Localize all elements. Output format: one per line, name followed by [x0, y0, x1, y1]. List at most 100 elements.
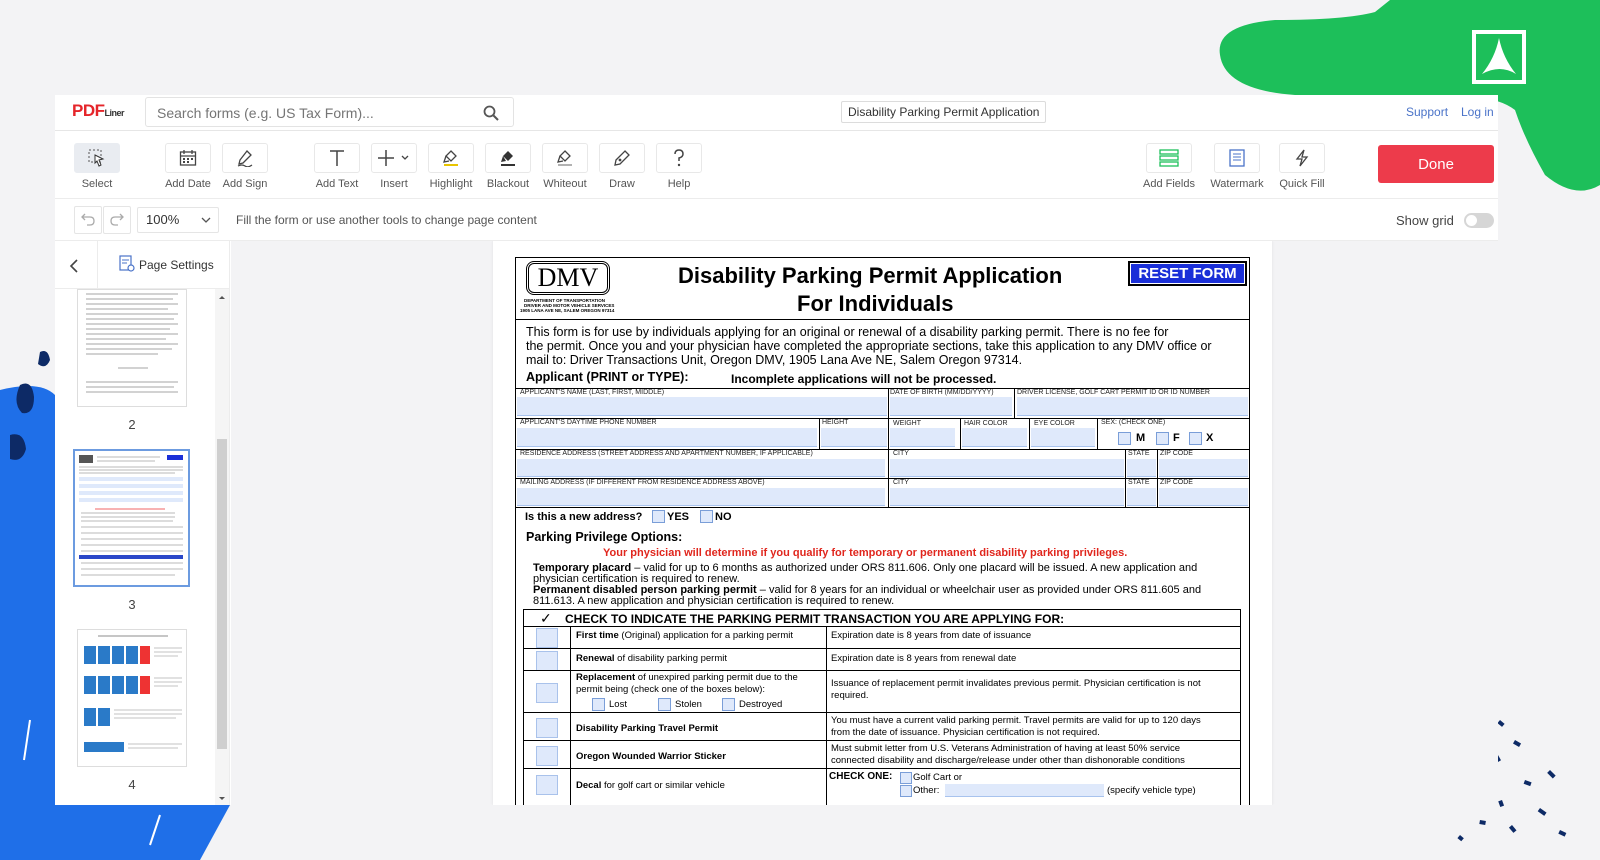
replacement-checkbox[interactable]	[536, 683, 558, 703]
undo-button[interactable]	[74, 206, 102, 234]
travel-permit-option: Disability Parking Travel Permit	[576, 723, 718, 734]
redo-button[interactable]	[103, 206, 131, 234]
decal-option: Decal for golf cart or similar vehicle	[576, 780, 725, 791]
rule	[524, 712, 1240, 713]
sidebar-scrollbar[interactable]	[215, 289, 229, 805]
other-vehicle-checkbox[interactable]	[900, 785, 912, 797]
show-grid-toggle[interactable]	[1464, 213, 1494, 228]
top-bar: PDFLiner Disability Parking Permit Appli…	[55, 95, 1498, 131]
chevron-down-icon	[201, 217, 211, 223]
pdfliner-brand-icon	[1472, 30, 1526, 84]
zoom-value: 100%	[146, 212, 180, 227]
form-title: Disability Parking Permit Application	[678, 263, 1063, 288]
mailing-state-input[interactable]	[1127, 488, 1156, 506]
search-icon[interactable]	[483, 105, 499, 121]
residence-city-input[interactable]	[890, 459, 1124, 477]
sex-x-label: X	[1206, 432, 1214, 444]
add-fields-tool[interactable]: Add Fields	[1143, 143, 1195, 190]
page-number: 3	[128, 597, 136, 612]
travel-permit-checkbox[interactable]	[536, 718, 558, 738]
document-canvas: DMV DEPARTMENT OF TRANSPORTATION DRIVER …	[231, 241, 1498, 805]
hair-color-input[interactable]	[962, 428, 1027, 447]
login-link[interactable]: Log in	[1461, 105, 1494, 119]
watermark-document-icon	[1229, 149, 1245, 167]
page-settings-button[interactable]: Page Settings	[119, 255, 214, 273]
decal-checkbox[interactable]	[536, 775, 558, 795]
wounded-warrior-option: Oregon Wounded Warrior Sticker	[576, 751, 726, 762]
check-mark-icon: ✓	[540, 610, 552, 626]
rule	[524, 626, 1240, 627]
mailing-address-input[interactable]	[517, 488, 885, 506]
show-grid-label: Show grid	[1396, 213, 1454, 228]
destroyed-checkbox[interactable]	[722, 698, 735, 711]
whiteout-marker-icon	[557, 150, 572, 166]
add-date-tool[interactable]: Add Date	[164, 143, 212, 190]
date-of-birth-input[interactable]	[890, 397, 1012, 416]
sidebar-header: Page Settings	[55, 241, 230, 289]
field-caption: WEIGHT	[893, 420, 921, 427]
page-thumbnail-3[interactable]	[73, 449, 190, 587]
residence-state-input[interactable]	[1127, 459, 1156, 477]
pdfliner-logo[interactable]: PDFLiner	[72, 101, 125, 121]
scrollbar-thumb[interactable]	[217, 439, 227, 749]
incomplete-warning: Incomplete applications will not be proc…	[731, 372, 997, 386]
select-tool[interactable]: Select	[73, 143, 121, 190]
add-text-tool[interactable]: Add Text	[313, 143, 361, 190]
golf-cart-checkbox[interactable]	[900, 772, 912, 784]
other-vehicle-input[interactable]	[945, 784, 1104, 797]
pages-sidebar: Page Settings 2 3 4	[55, 241, 230, 805]
field-caption: DRIVER LICENSE, GOLF CART PERMIT ID OR I…	[1017, 389, 1210, 396]
editor-hint: Fill the form or use another tools to ch…	[236, 213, 537, 227]
lost-checkbox[interactable]	[592, 698, 605, 711]
mailing-zip-input[interactable]	[1159, 488, 1248, 506]
new-address-yes-checkbox[interactable]	[652, 510, 665, 523]
option-title: Decal	[576, 780, 602, 791]
permanent-permit-text-2: 811.613. A new application and physician…	[533, 595, 895, 607]
stolen-checkbox[interactable]	[658, 698, 671, 711]
sex-m-checkbox[interactable]	[1118, 432, 1131, 445]
other-label: Other:	[913, 785, 940, 796]
quick-fill-tool[interactable]: Quick Fill	[1278, 143, 1326, 190]
support-link[interactable]: Support	[1406, 105, 1448, 119]
phone-input[interactable]	[517, 428, 817, 447]
reset-form-button[interactable]: RESET FORM	[1128, 261, 1247, 286]
insert-tool[interactable]: Insert	[370, 143, 418, 190]
rule	[960, 418, 961, 449]
renewal-option: Renewal of disability parking permit	[576, 653, 727, 664]
weight-input[interactable]	[890, 428, 955, 447]
mailing-city-input[interactable]	[890, 488, 1124, 506]
help-tool[interactable]: Help	[655, 143, 703, 190]
dmv-logo: DMV	[526, 261, 610, 295]
toolbar: Select Add Date Add Sign Add Text Insert…	[55, 131, 1498, 199]
draw-tool[interactable]: Draw	[598, 143, 646, 190]
license-number-input[interactable]	[1017, 397, 1248, 416]
add-sign-tool[interactable]: Add Sign	[221, 143, 269, 190]
wounded-warrior-checkbox[interactable]	[536, 746, 558, 766]
applicant-name-input[interactable]	[517, 397, 887, 416]
logo-text: PDF	[72, 101, 105, 120]
sex-x-checkbox[interactable]	[1189, 432, 1202, 445]
done-button[interactable]: Done	[1378, 145, 1494, 183]
watermark-label: Watermark	[1210, 178, 1264, 190]
highlight-tool[interactable]: Highlight	[427, 143, 475, 190]
rule	[524, 740, 1240, 741]
page-thumbnail-4[interactable]	[77, 629, 187, 767]
sex-f-checkbox[interactable]	[1156, 432, 1169, 445]
residence-address-input[interactable]	[517, 459, 885, 477]
height-input[interactable]	[821, 428, 887, 447]
zoom-select[interactable]: 100%	[137, 207, 219, 233]
blackout-marker-icon	[501, 151, 515, 166]
search-input[interactable]	[157, 103, 477, 123]
eye-color-input[interactable]	[1031, 428, 1095, 447]
whiteout-tool[interactable]: Whiteout	[541, 143, 589, 190]
first-time-checkbox[interactable]	[536, 628, 558, 648]
pdf-editor-window: PDFLiner Disability Parking Permit Appli…	[55, 95, 1498, 805]
page-thumbnail-2[interactable]	[77, 289, 187, 407]
blackout-tool[interactable]: Blackout	[484, 143, 532, 190]
chevron-left-icon[interactable]	[63, 255, 85, 277]
watermark-tool[interactable]: Watermark	[1210, 143, 1264, 190]
rule	[570, 626, 571, 805]
residence-zip-input[interactable]	[1159, 459, 1248, 477]
new-address-no-checkbox[interactable]	[700, 510, 713, 523]
renewal-checkbox[interactable]	[536, 651, 558, 671]
